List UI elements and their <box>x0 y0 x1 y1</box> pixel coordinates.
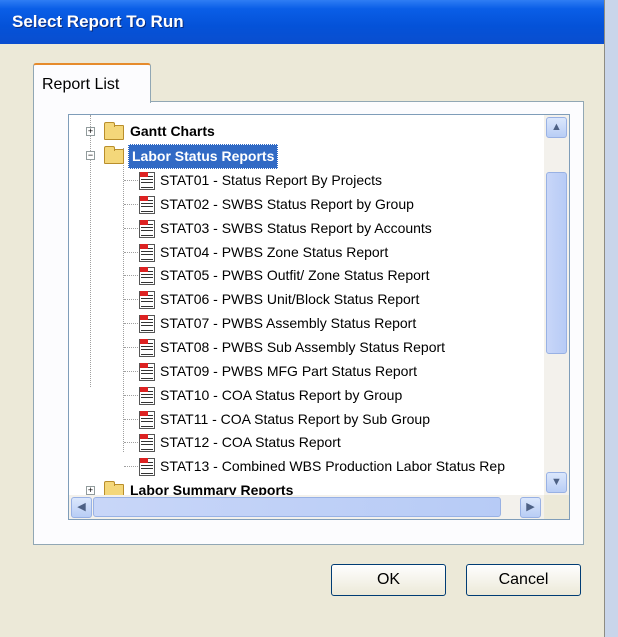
tree-report-label: STAT01 - Status Report By Projects <box>160 172 383 188</box>
tree-folder-label: Labor Summary Reports <box>130 482 294 495</box>
tree-connector <box>124 323 138 325</box>
tree-report-label: STAT11 - COA Status Report by Sub Group <box>160 410 431 427</box>
report-icon <box>139 434 155 453</box>
report-icon <box>139 362 155 381</box>
plus-icon[interactable]: + <box>86 127 95 136</box>
report-icon <box>139 386 155 405</box>
dialog-window: Select Report To Run Report List + Gantt… <box>0 0 605 637</box>
report-icon <box>139 338 155 357</box>
tree-report-label: STAT02 - SWBS Status Report by Group <box>160 195 414 212</box>
report-icon <box>139 172 155 190</box>
tree-report-label: STAT03 - SWBS Status Report by Accounts <box>160 219 432 236</box>
folder-icon <box>104 481 124 495</box>
tree-connector <box>124 346 138 348</box>
scrollbar-corner <box>544 495 569 519</box>
tree-connector <box>124 394 138 396</box>
scroll-left-button[interactable]: ◀ <box>71 497 92 518</box>
folder-icon <box>104 122 124 140</box>
report-icon <box>139 267 155 286</box>
tree-report-label: STAT05 - PWBS Outfit/ Zone Status Report <box>160 267 430 284</box>
tree-connector <box>124 203 138 205</box>
vertical-scroll-thumb[interactable] <box>546 172 567 354</box>
report-icon <box>139 243 155 262</box>
tree-folder-label: Gantt Charts <box>130 123 215 139</box>
tree-folder-label: Labor Status Reports <box>128 144 279 169</box>
horizontal-scrollbar[interactable]: ◀ ▶ <box>69 495 544 519</box>
tree-connector <box>124 251 138 253</box>
cancel-button[interactable]: Cancel <box>466 564 581 596</box>
ok-button[interactable]: OK <box>331 564 446 596</box>
dialog-title[interactable]: Select Report To Run <box>0 0 604 44</box>
tree-connector <box>124 418 138 420</box>
tree-connector <box>124 180 138 181</box>
tree-report-label: STAT13 - Combined WBS Production Labor S… <box>160 458 505 475</box>
scroll-down-button[interactable]: ▼ <box>546 472 567 493</box>
report-icon <box>139 291 155 310</box>
tree-report-label: STAT04 - PWBS Zone Status Report <box>160 243 389 260</box>
scroll-up-button[interactable]: ▲ <box>546 117 567 138</box>
tree-content: + Gantt Charts − Labor Status Reports ST… <box>69 115 544 495</box>
report-icon <box>139 315 155 334</box>
tree-report-label: STAT10 - COA Status Report by Group <box>160 386 403 403</box>
folder-icon <box>104 146 124 164</box>
tree-connector <box>124 370 138 372</box>
tree-connector <box>124 299 138 301</box>
tree-connector <box>124 227 138 229</box>
tree-report-label: STAT12 - COA Status Report <box>160 434 341 451</box>
tab-report-list[interactable]: Report List <box>33 63 151 103</box>
report-tree[interactable]: + Gantt Charts − Labor Status Reports ST… <box>68 114 570 520</box>
report-icon <box>139 195 155 214</box>
tree-connector <box>124 466 138 468</box>
tree-report-label: STAT09 - PWBS MFG Part Status Report <box>160 362 417 379</box>
report-icon <box>139 219 155 238</box>
tree-report-label: STAT08 - PWBS Sub Assembly Status Report <box>160 338 446 355</box>
tree-report-label: STAT07 - PWBS Assembly Status Report <box>160 315 417 332</box>
horizontal-scroll-thumb[interactable] <box>93 497 501 517</box>
vertical-scrollbar[interactable]: ▲ ▼ <box>544 115 569 495</box>
tree-report-label: STAT06 - PWBS Unit/Block Status Report <box>160 291 420 308</box>
report-icon <box>139 458 155 477</box>
plus-icon[interactable]: + <box>86 486 95 495</box>
minus-icon[interactable]: − <box>86 151 95 160</box>
report-icon <box>139 410 155 429</box>
tree-connector <box>124 442 138 444</box>
tree-connector <box>124 275 138 277</box>
scroll-right-button[interactable]: ▶ <box>520 497 541 518</box>
